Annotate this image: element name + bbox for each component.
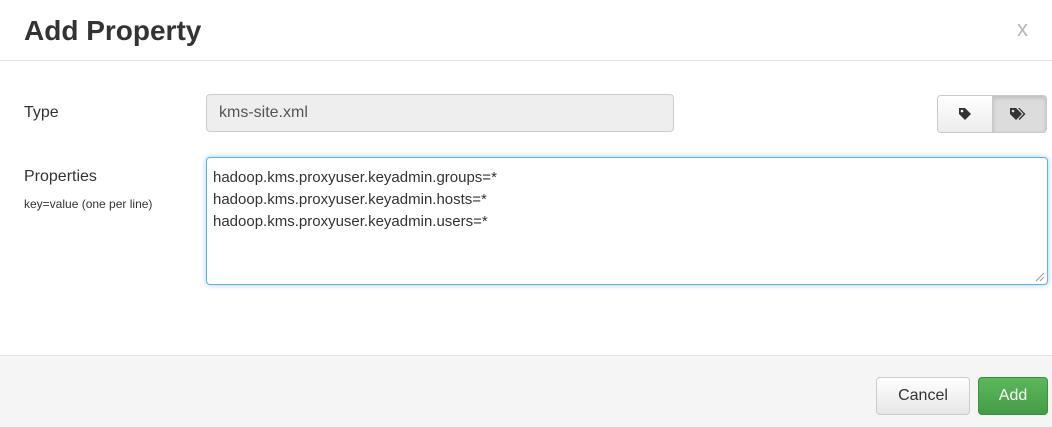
dialog-header: Add Property x xyxy=(0,0,1052,61)
dialog-title: Add Property xyxy=(24,15,202,46)
view-toggle-group xyxy=(937,95,1047,133)
tag-icon xyxy=(958,108,971,120)
properties-label: Properties xyxy=(24,168,97,185)
property-line: hadoop.kms.proxyuser.keyadmin.hosts=* xyxy=(213,191,487,208)
tags-icon xyxy=(1010,108,1026,120)
properties-textarea[interactable]: hadoop.kms.proxyuser.keyadmin.groups=* h… xyxy=(206,157,1048,285)
type-field: kms-site.xml xyxy=(206,94,674,132)
type-label: Type xyxy=(24,104,59,121)
add-button[interactable]: Add xyxy=(978,377,1048,415)
property-line: hadoop.kms.proxyuser.keyadmin.users=* xyxy=(213,213,488,230)
single-tag-toggle-button[interactable] xyxy=(938,96,993,132)
cancel-button[interactable]: Cancel xyxy=(876,377,970,415)
add-property-dialog: Add Property x Type kms-site.xml Propert… xyxy=(0,0,1052,427)
property-line: hadoop.kms.proxyuser.keyadmin.groups=* xyxy=(213,169,497,186)
properties-help-text: key=value (one per line) xyxy=(24,197,153,211)
multi-tag-toggle-button[interactable] xyxy=(992,96,1046,132)
dialog-footer: Cancel Add xyxy=(0,355,1052,427)
resize-grip-icon[interactable] xyxy=(1035,272,1045,282)
close-button[interactable]: x xyxy=(1017,16,1028,42)
